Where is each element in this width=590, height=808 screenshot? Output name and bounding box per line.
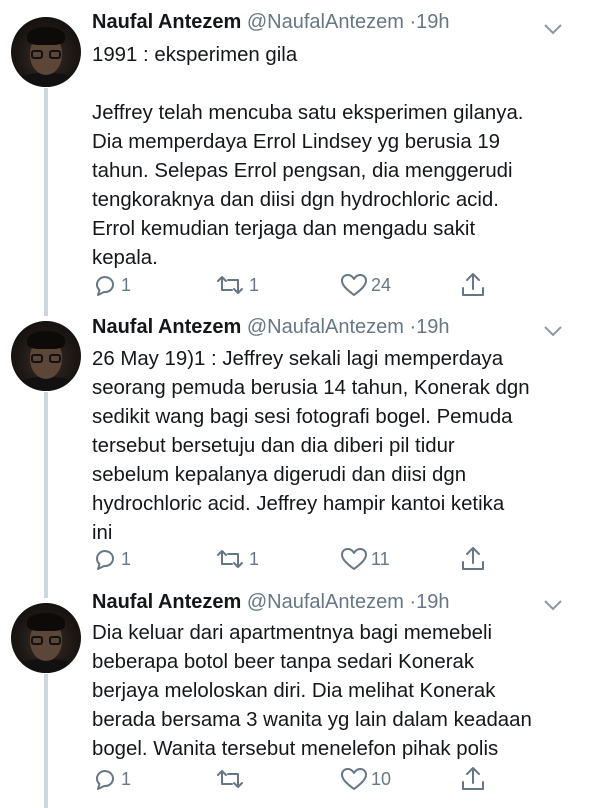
reply-icon	[95, 550, 114, 570]
tweet-line: seorang pemuda berusia 14 tahun, Konerak…	[92, 377, 530, 399]
reply-button[interactable]: 1	[92, 270, 131, 300]
retweet-icon	[217, 276, 243, 294]
retweet-count: 1	[249, 548, 260, 569]
tweet-actions: 1 1 24	[92, 270, 492, 300]
reply-count: 1	[121, 548, 132, 569]
chevron-down-icon[interactable]	[543, 22, 563, 36]
thread-line	[44, 306, 48, 316]
timestamp[interactable]: 19h	[416, 316, 449, 338]
like-button[interactable]: 24	[340, 270, 391, 300]
retweet-button[interactable]: 1	[214, 544, 259, 574]
share-button[interactable]	[460, 764, 486, 794]
author-name[interactable]: Naufal Antezem	[92, 591, 241, 613]
avatar[interactable]	[11, 17, 81, 87]
tweet-header: Naufal Antezem @NaufalAntezem ·19h	[92, 10, 450, 34]
author-handle[interactable]: @NaufalAntezem	[247, 11, 404, 33]
retweet-icon	[217, 770, 243, 788]
thread-line	[44, 392, 48, 588]
tweet-header: Naufal Antezem @NaufalAntezem ·19h	[92, 590, 450, 614]
reply-button[interactable]: 1	[92, 544, 131, 574]
like-count: 10	[371, 768, 392, 789]
tweet-line: Dia keluar dari apartmentnya bagi memebe…	[92, 622, 493, 644]
thread-line	[44, 88, 48, 306]
tweet-line: 26 May 19)1 : Jeffrey sekali lagi memper…	[92, 348, 504, 370]
tweet-line: kepala.	[92, 247, 158, 269]
tweet[interactable]: Naufal Antezem @NaufalAntezem ·19h 1991 …	[0, 0, 590, 306]
timestamp[interactable]: 19h	[416, 11, 449, 33]
share-icon	[462, 547, 484, 570]
chevron-down-icon[interactable]	[543, 598, 563, 612]
retweet-button[interactable]: 1	[214, 270, 259, 300]
tweet-line: tengkoraknya dan diisi dgn hydrochloric …	[92, 189, 499, 211]
chevron-down-icon[interactable]	[543, 324, 563, 338]
thread-line	[44, 588, 48, 598]
tweet-line: sebelum kepalanya digerudi dan diisi dgn	[92, 464, 467, 486]
tweet-line: beberapa botol beer tanpa sedari Konerak	[92, 651, 475, 673]
tweet-line: tersebut bersetuju dan dia diberi pil ti…	[92, 435, 455, 457]
heart-icon	[341, 768, 367, 790]
tweet-line: bogel. Wanita tersebut menelefon pihak p…	[92, 738, 499, 760]
share-icon	[462, 767, 484, 790]
tweet-text: 26 May 19)1 : Jeffrey sekali lagi memper…	[92, 345, 572, 548]
avatar[interactable]	[11, 603, 81, 673]
author-name[interactable]: Naufal Antezem	[92, 11, 241, 33]
tweet-text: 1991 : eksperimen gila Jeffrey telah men…	[92, 41, 572, 273]
like-button[interactable]: 10	[340, 764, 391, 794]
tweet[interactable]: Naufal Antezem @NaufalAntezem ·19h 26 Ma…	[0, 306, 590, 588]
tweet[interactable]: Naufal Antezem @NaufalAntezem ·19h Dia k…	[0, 588, 590, 808]
tweet-line: Jeffrey telah mencuba satu eksperimen gi…	[92, 102, 524, 124]
retweet-icon	[217, 550, 243, 568]
heart-icon	[341, 548, 367, 570]
share-button[interactable]	[460, 544, 486, 574]
like-count: 24	[371, 274, 392, 295]
share-icon	[462, 273, 484, 296]
tweet-line: sedikit wang bagi sesi fotografi bogel. …	[92, 406, 513, 428]
tweet-line: hydrochloric acid. Jeffrey hampir kantoi…	[92, 493, 505, 515]
author-handle[interactable]: @NaufalAntezem	[247, 591, 404, 613]
share-button[interactable]	[460, 270, 486, 300]
tweet-line: berjaya meloloskan diri. Dia melihat Kon…	[92, 680, 496, 702]
like-button[interactable]: 11	[340, 544, 390, 574]
author-handle[interactable]: @NaufalAntezem	[247, 316, 404, 338]
tweet-line: berada bersama 3 wanita yg lain dalam ke…	[92, 709, 532, 731]
reply-button[interactable]: 1	[92, 764, 131, 794]
tweet-text: Dia keluar dari apartmentnya bagi memebe…	[92, 619, 572, 764]
tweet-line: Errol kemudian terjaga dan mengadu sakit	[92, 218, 476, 240]
like-count: 11	[371, 548, 390, 569]
retweet-count: 1	[249, 274, 260, 295]
tweet-actions: 1 1 11	[92, 544, 492, 574]
tweet-header: Naufal Antezem @NaufalAntezem ·19h	[92, 315, 450, 339]
reply-count: 1	[121, 274, 132, 295]
tweet-line: Dia memperdaya Errol Lindsey yg berusia …	[92, 131, 501, 153]
thread-line	[44, 674, 48, 808]
tweet-line: tahun. Selepas Errol pengsan, dia mengge…	[92, 160, 513, 182]
reply-icon	[95, 276, 114, 296]
reply-icon	[95, 770, 114, 790]
reply-count: 1	[121, 768, 132, 789]
author-name[interactable]: Naufal Antezem	[92, 316, 241, 338]
heart-icon	[341, 274, 367, 296]
retweet-button[interactable]	[214, 764, 249, 794]
tweet-actions: 1 10	[92, 764, 492, 794]
avatar[interactable]	[11, 321, 81, 391]
tweet-line: 1991 : eksperimen gila	[92, 44, 298, 66]
timestamp[interactable]: 19h	[416, 591, 449, 613]
